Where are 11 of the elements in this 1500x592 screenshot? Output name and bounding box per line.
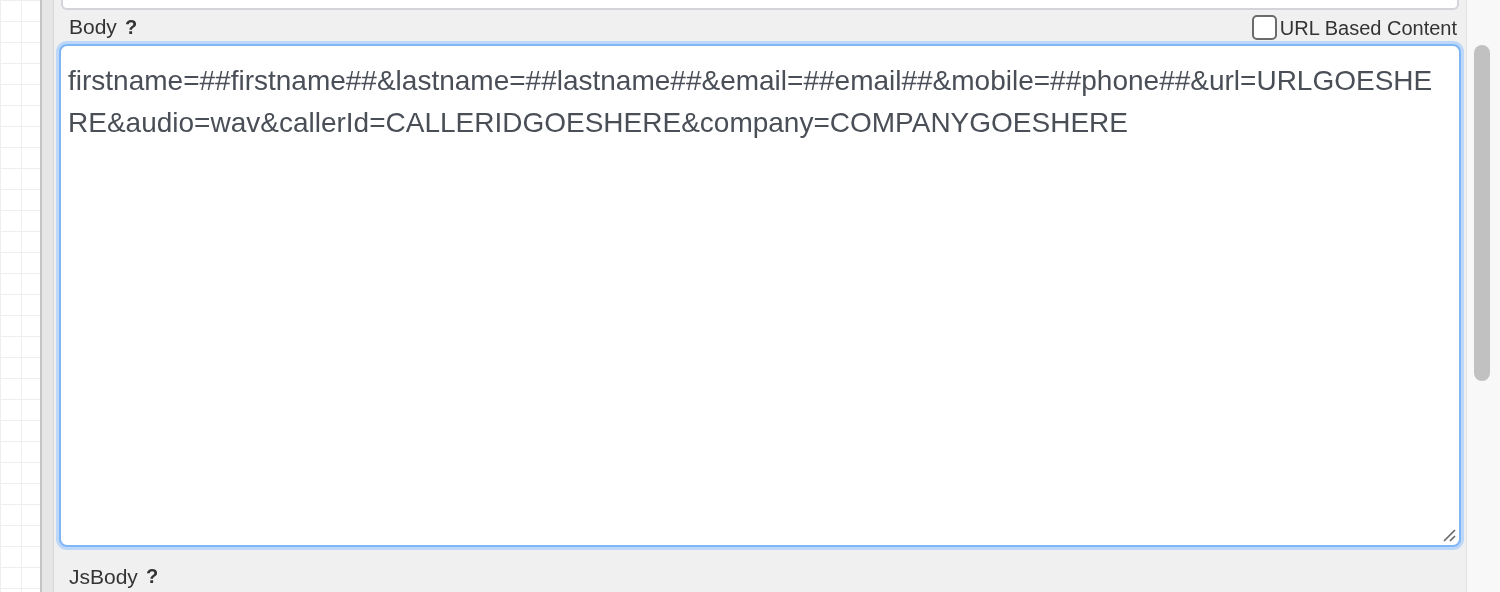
help-icon[interactable]: ?	[145, 561, 159, 592]
field-label: Body	[69, 14, 117, 41]
body-text: firstname=##firstname##&lastname=##lastname##&email=##email##&mobile=##phone##&url=URLGOESHERE&audio=wav&callerId=CALLERIDGOESHERE&company=COMPANYGOESHERE	[67, 63, 1434, 140]
checkbox[interactable]	[1251, 15, 1277, 41]
input-field[interactable]	[61, 0, 1459, 10]
help-icon[interactable]: ?	[124, 11, 138, 42]
scrollbar-thumb[interactable]	[1474, 45, 1490, 381]
checkbox-label: URL Based Content	[1279, 15, 1457, 41]
field-label: JsBody	[69, 563, 138, 590]
body-text-area[interactable]: firstname=##firstname##&lastname=##lastname##&email=##email##&mobile=##phone##&url=URLGOESHERE&audio=wav&callerId=CALLERIDGOESHERE&company=COMPANYGOESHERE	[59, 43, 1461, 547]
resize-handle-icon[interactable]	[1442, 527, 1456, 542]
